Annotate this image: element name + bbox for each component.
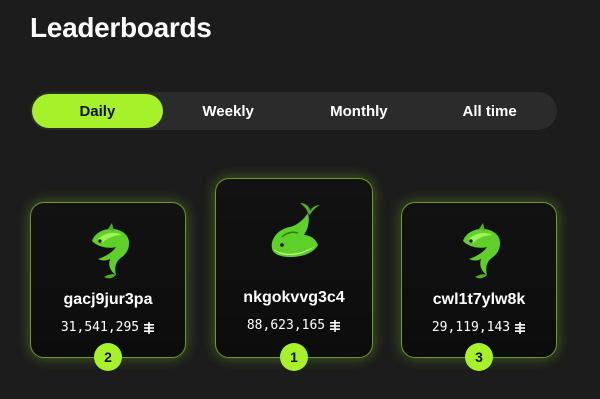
tab-weekly[interactable]: Weekly — [163, 94, 294, 128]
dolphin-icon — [463, 223, 501, 279]
score: 88,623,165 — [216, 318, 372, 333]
rank-badge: 1 — [280, 343, 308, 371]
rank-badge: 2 — [94, 343, 122, 371]
score-value: 29,119,143 — [431, 320, 511, 335]
leaderboard-card-rank-3[interactable]: cwl1t7ylw8k 29,119,143 3 — [401, 202, 557, 371]
tab-all-time[interactable]: All time — [424, 94, 555, 128]
currency-icon — [515, 321, 526, 334]
leaderboard-card-rank-2[interactable]: gacj9jur3pa 31,541,295 2 — [30, 202, 186, 371]
score: 31,541,295 — [31, 320, 185, 335]
score-value: 88,623,165 — [246, 318, 326, 333]
tab-monthly[interactable]: Monthly — [294, 94, 425, 128]
score-value: 31,541,295 — [60, 320, 140, 335]
leaderboard-card-rank-1[interactable]: nkgokvvg3c4 88,623,165 1 — [215, 178, 373, 371]
rank-badge: 3 — [465, 343, 493, 371]
currency-icon — [144, 321, 155, 334]
score: 29,119,143 — [402, 320, 556, 335]
currency-icon — [330, 319, 341, 332]
period-tabs: Daily Weekly Monthly All time — [30, 92, 557, 130]
page-title: Leaderboards — [30, 12, 212, 43]
username: cwl1t7ylw8k — [432, 291, 526, 308]
username: nkgokvvg3c4 — [243, 289, 345, 306]
dolphin-icon — [92, 223, 130, 279]
whale-icon — [271, 203, 320, 257]
username: gacj9jur3pa — [63, 291, 153, 308]
tab-daily[interactable]: Daily — [32, 94, 163, 128]
